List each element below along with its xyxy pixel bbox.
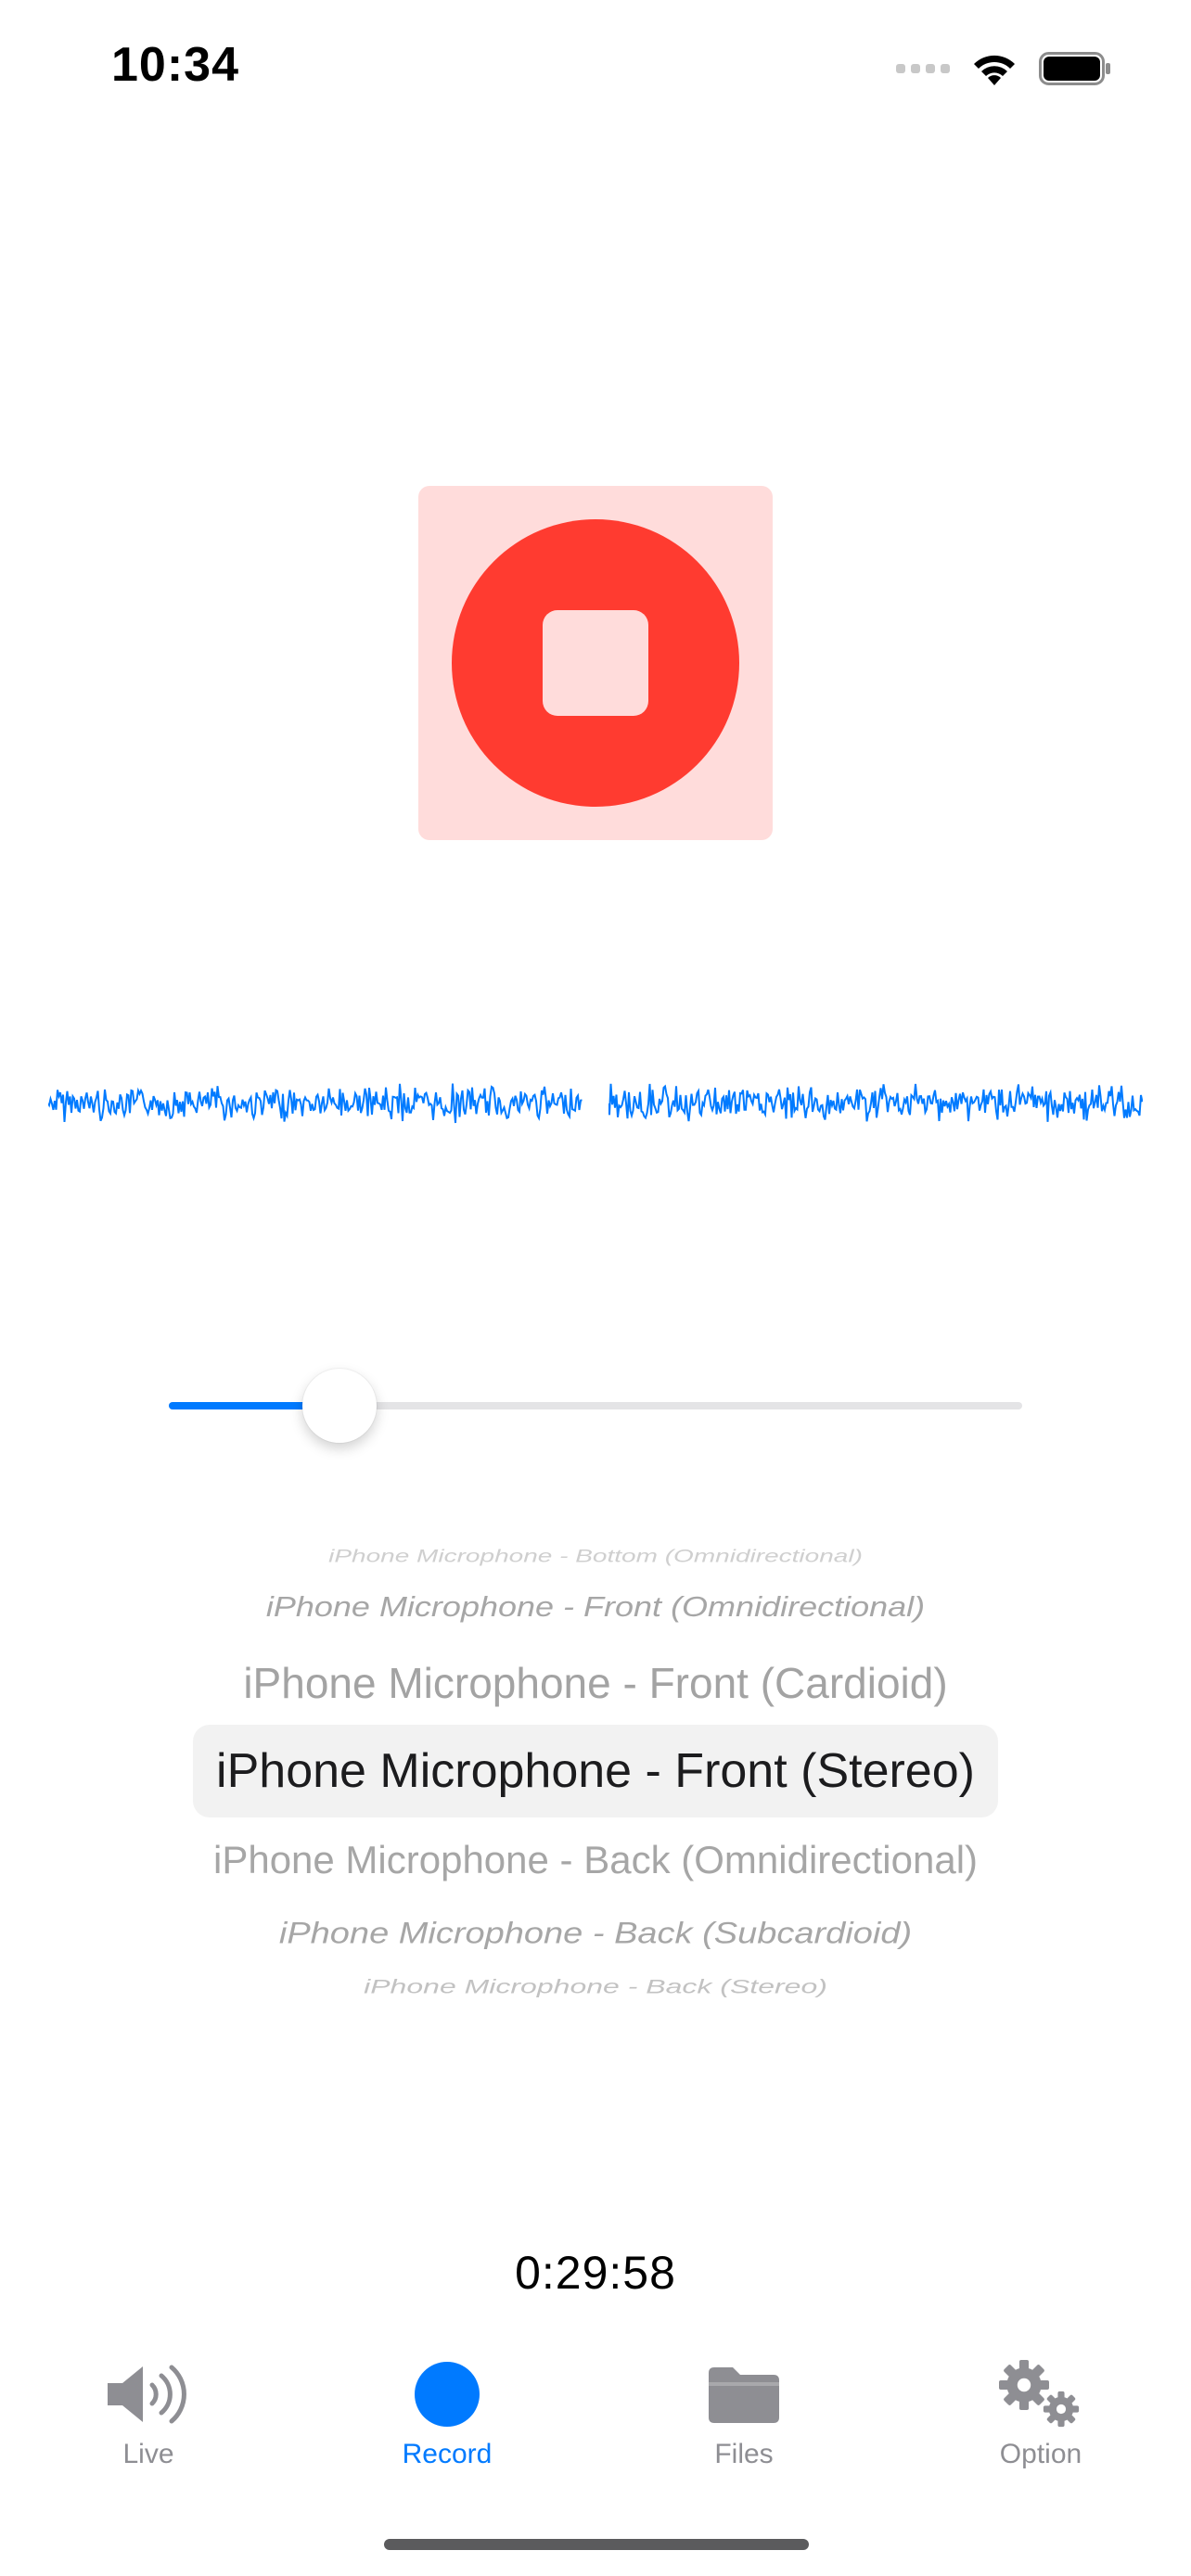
record-stop-button[interactable] bbox=[418, 486, 773, 840]
gears-icon bbox=[948, 2359, 1133, 2429]
record-dot-icon bbox=[354, 2359, 540, 2429]
gain-slider[interactable] bbox=[169, 1369, 1022, 1443]
folder-icon bbox=[651, 2359, 837, 2429]
waveform-right-channel bbox=[608, 1083, 1143, 1122]
wifi-icon bbox=[974, 55, 1015, 85]
tab-label: Files bbox=[714, 2439, 774, 2469]
recording-timer: 0:29:58 bbox=[515, 2247, 676, 2299]
tab-label: Option bbox=[999, 2439, 1082, 2469]
speaker-icon bbox=[56, 2359, 241, 2429]
battery-icon bbox=[1039, 52, 1110, 85]
waveform-left-channel bbox=[48, 1083, 583, 1124]
picker-option[interactable]: iPhone Microphone - Back (Subcardioid) bbox=[0, 1917, 1191, 1951]
picker-option-selected[interactable]: iPhone Microphone - Front (Stereo) bbox=[0, 1743, 1191, 1799]
status-icons bbox=[896, 46, 1113, 91]
picker-option[interactable]: iPhone Microphone - Bottom (Omnidirectio… bbox=[0, 1546, 1191, 1566]
tab-label: Record bbox=[402, 2439, 493, 2469]
status-time: 10:34 bbox=[111, 38, 239, 92]
home-indicator bbox=[384, 2539, 809, 2550]
tab-record[interactable]: Record bbox=[354, 2359, 540, 2480]
slider-track[interactable] bbox=[169, 1402, 1022, 1409]
record-circle bbox=[452, 519, 739, 807]
picker-option[interactable]: iPhone Microphone - Back (Omnidirectiona… bbox=[0, 1838, 1191, 1882]
picker-option[interactable]: iPhone Microphone - Front (Cardioid) bbox=[0, 1658, 1191, 1708]
stop-icon bbox=[543, 610, 648, 716]
picker-option[interactable]: iPhone Microphone - Front (Omnidirection… bbox=[0, 1590, 1191, 1624]
tab-live[interactable]: Live bbox=[56, 2359, 241, 2480]
tab-label: Live bbox=[122, 2439, 174, 2469]
tab-files[interactable]: Files bbox=[651, 2359, 837, 2480]
picker-option[interactable]: iPhone Microphone - Back (Stereo) bbox=[0, 1975, 1191, 1997]
slider-thumb[interactable] bbox=[302, 1369, 377, 1443]
tab-option[interactable]: Option bbox=[948, 2359, 1133, 2480]
cellular-dots-icon bbox=[896, 64, 950, 73]
